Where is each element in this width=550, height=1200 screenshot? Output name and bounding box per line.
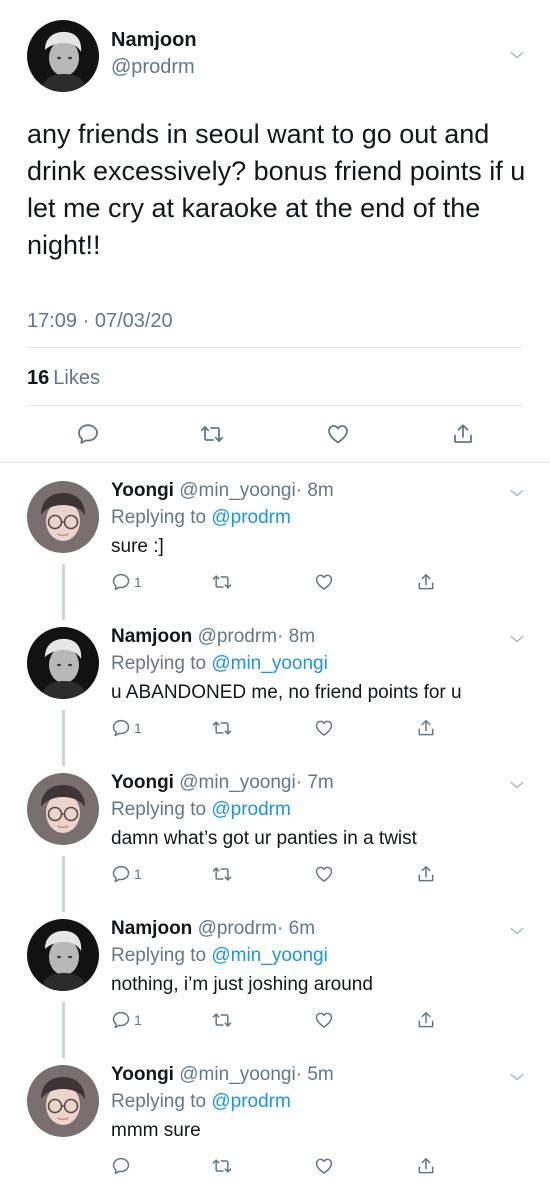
reply-header: Yoongi @min_yoongi· 7m xyxy=(111,772,334,794)
chevron-down-icon[interactable] xyxy=(507,45,527,65)
author-handle[interactable]: @min_yoongi xyxy=(179,772,295,793)
like-icon[interactable] xyxy=(314,864,334,884)
reply-icon[interactable]: 1 xyxy=(111,1010,142,1030)
reply-text: u ABANDONED me, no friend points for u xyxy=(111,682,462,703)
reply-time: · 6m xyxy=(277,918,316,939)
avatar[interactable] xyxy=(27,919,99,991)
retweet-icon[interactable] xyxy=(212,718,232,738)
author-name[interactable]: Yoongi xyxy=(111,480,174,501)
share-icon[interactable] xyxy=(416,718,436,738)
avatar[interactable] xyxy=(27,1065,99,1137)
like-icon[interactable] xyxy=(314,572,334,592)
reply-count: 1 xyxy=(134,866,142,882)
reply-time: · 8m xyxy=(277,626,316,647)
author-handle[interactable]: @prodrm xyxy=(198,626,277,647)
author-name[interactable]: Namjoon xyxy=(111,29,197,52)
mention-link[interactable]: @prodrm xyxy=(211,799,290,820)
like-icon[interactable] xyxy=(314,1156,334,1176)
replying-to: Replying to @min_yoongi xyxy=(111,653,328,675)
reply-time: · 7m xyxy=(295,772,334,793)
likes-stat[interactable]: 16 Likes xyxy=(27,367,100,390)
retweet-icon[interactable] xyxy=(200,422,224,446)
chevron-down-icon[interactable] xyxy=(507,483,527,503)
author-name[interactable]: Yoongi xyxy=(111,1064,174,1085)
author-handle[interactable]: @prodrm xyxy=(111,56,195,79)
author-name[interactable]: Namjoon xyxy=(111,918,192,939)
reply-time: · 8m xyxy=(295,480,334,501)
replying-to: Replying to @min_yoongi xyxy=(111,945,328,967)
reply-icon[interactable]: 1 xyxy=(111,572,142,592)
reply-header: Yoongi @min_yoongi· 5m xyxy=(111,1064,334,1086)
reply-tweet[interactable]: Namjoon @prodrm· 8m Replying to @min_yoo… xyxy=(0,609,550,755)
reply-icon[interactable]: 1 xyxy=(111,864,142,884)
reply-text: mmm sure xyxy=(111,1120,201,1141)
reply-tweet[interactable]: Yoongi @min_yoongi· 7m Replying to @prod… xyxy=(0,755,550,901)
mention-link[interactable]: @prodrm xyxy=(211,1091,290,1112)
replying-label: Replying to xyxy=(111,799,207,820)
reply-icon[interactable]: 1 xyxy=(111,718,142,738)
replying-label: Replying to xyxy=(111,945,207,966)
retweet-icon[interactable] xyxy=(212,1010,232,1030)
retweet-icon[interactable] xyxy=(212,572,232,592)
reply-time: · 5m xyxy=(295,1064,334,1085)
reply-text: nothing, i’m just joshing around xyxy=(111,974,373,995)
reply-icon[interactable] xyxy=(76,422,100,446)
mention-link[interactable]: @min_yoongi xyxy=(211,653,327,674)
reply-text: damn what’s got ur panties in a twist xyxy=(111,828,417,849)
chevron-down-icon[interactable] xyxy=(507,1067,527,1087)
author-name[interactable]: Yoongi xyxy=(111,772,174,793)
replying-to: Replying to @prodrm xyxy=(111,799,291,821)
reply-count: 1 xyxy=(134,1012,142,1028)
main-tweet: Namjoon @prodrm any friends in seoul wan… xyxy=(0,0,550,462)
retweet-icon[interactable] xyxy=(212,1156,232,1176)
replying-label: Replying to xyxy=(111,507,207,528)
reply-icon[interactable] xyxy=(111,1156,134,1176)
share-icon[interactable] xyxy=(416,1010,436,1030)
author-handle[interactable]: @min_yoongi xyxy=(179,480,295,501)
share-icon[interactable] xyxy=(416,1156,436,1176)
author-handle[interactable]: @min_yoongi xyxy=(179,1064,295,1085)
divider xyxy=(27,405,523,406)
chevron-down-icon[interactable] xyxy=(507,629,527,649)
reply-count: 1 xyxy=(134,574,142,590)
avatar[interactable] xyxy=(27,20,99,92)
mention-link[interactable]: @prodrm xyxy=(211,507,290,528)
reply-header: Yoongi @min_yoongi· 8m xyxy=(111,480,334,502)
mention-link[interactable]: @min_yoongi xyxy=(211,945,327,966)
avatar[interactable] xyxy=(27,627,99,699)
replying-to: Replying to @prodrm xyxy=(111,1091,291,1113)
chevron-down-icon[interactable] xyxy=(507,921,527,941)
chevron-down-icon[interactable] xyxy=(507,775,527,795)
share-icon[interactable] xyxy=(416,572,436,592)
reply-tweet[interactable]: Yoongi @min_yoongi· 5m Replying to @prod… xyxy=(0,1047,550,1200)
retweet-icon[interactable] xyxy=(212,864,232,884)
author-name[interactable]: Namjoon xyxy=(111,626,192,647)
avatar[interactable] xyxy=(27,481,99,553)
replying-label: Replying to xyxy=(111,1091,207,1112)
avatar[interactable] xyxy=(27,773,99,845)
reply-header: Namjoon @prodrm· 8m xyxy=(111,626,315,648)
reply-count: 1 xyxy=(134,720,142,736)
replying-label: Replying to xyxy=(111,653,207,674)
tweet-text: any friends in seoul want to go out and … xyxy=(27,119,526,260)
tweet-timestamp: 17:09 · 07/03/20 xyxy=(27,310,173,332)
reply-header: Namjoon @prodrm· 6m xyxy=(111,918,315,940)
replying-to: Replying to @prodrm xyxy=(111,507,291,529)
share-icon[interactable] xyxy=(451,422,475,446)
reply-text: sure :] xyxy=(111,536,164,557)
reply-tweet[interactable]: Yoongi @min_yoongi· 8m Replying to @prod… xyxy=(0,463,550,609)
reply-tweet[interactable]: Namjoon @prodrm· 6m Replying to @min_yoo… xyxy=(0,901,550,1047)
author-handle[interactable]: @prodrm xyxy=(198,918,277,939)
like-icon[interactable] xyxy=(314,718,334,738)
divider xyxy=(27,347,523,348)
like-icon[interactable] xyxy=(326,422,350,446)
likes-count: 16 xyxy=(27,367,50,389)
share-icon[interactable] xyxy=(416,864,436,884)
like-icon[interactable] xyxy=(314,1010,334,1030)
likes-label: Likes xyxy=(53,367,100,389)
